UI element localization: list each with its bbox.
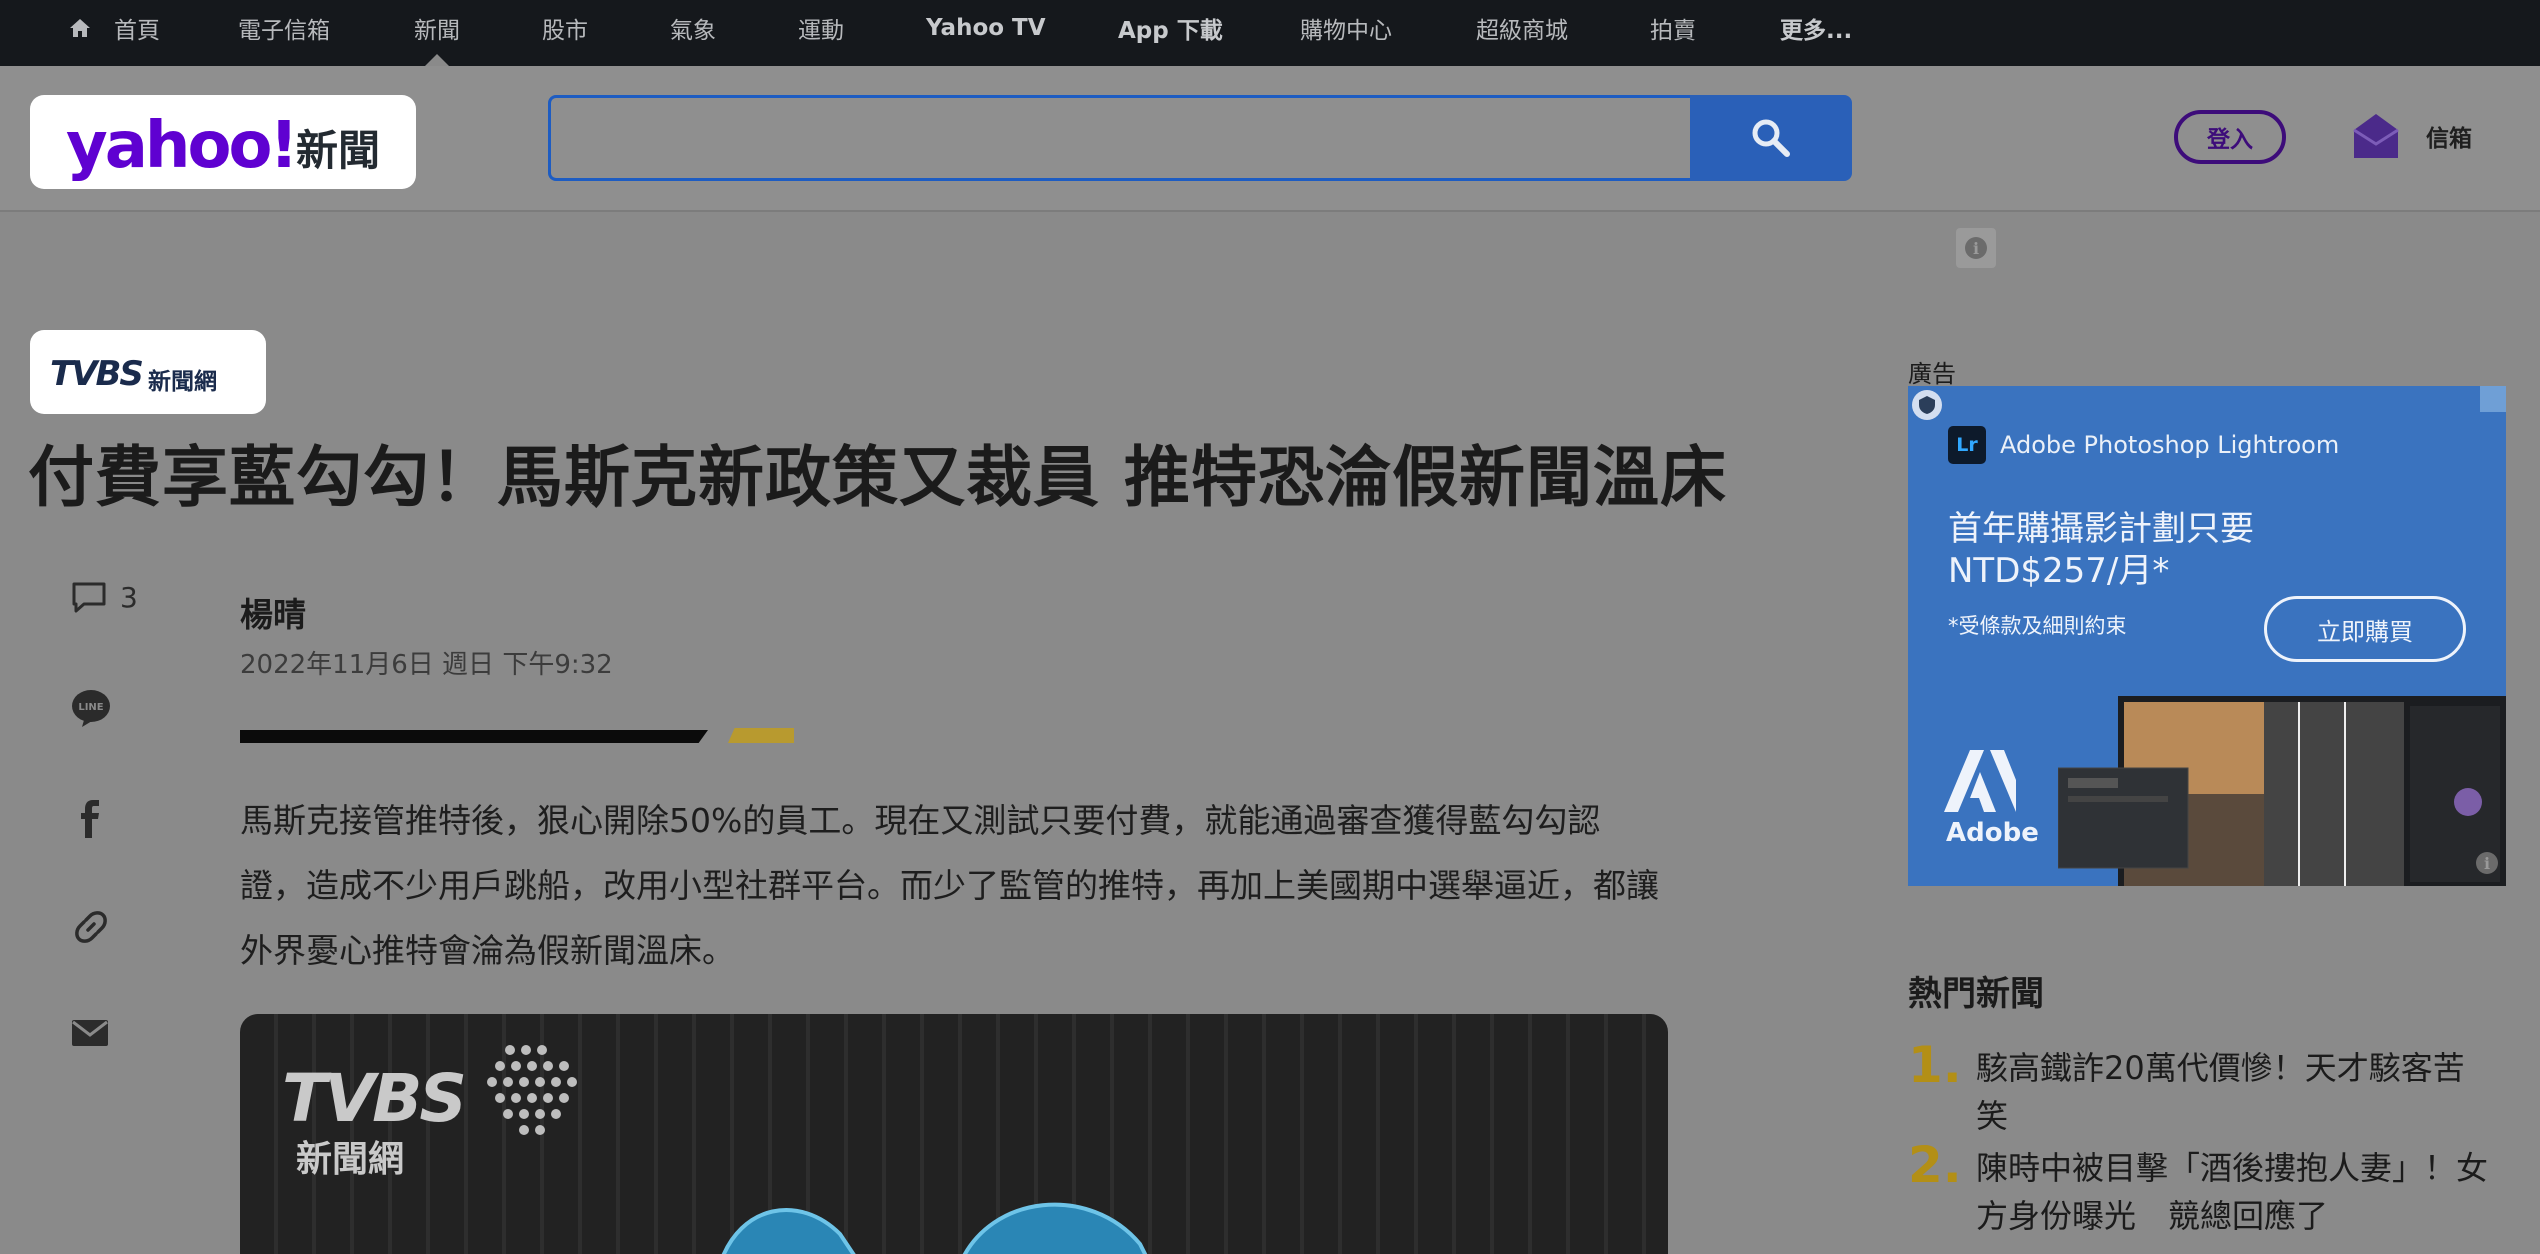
comment-icon (72, 582, 106, 613)
facebook-icon (81, 800, 99, 838)
nav-item-mall[interactable]: 超級商城 (1476, 0, 1568, 56)
nav-item-label: 更多... (1780, 18, 1853, 44)
nav-item-label: 購物中心 (1300, 18, 1392, 44)
nav-item-shopping[interactable]: 購物中心 (1300, 0, 1392, 56)
yahoo-news-logo[interactable]: yahoo! 新聞 (30, 95, 416, 189)
ad-privacy-icon[interactable] (1912, 390, 1942, 420)
nav-item-app-download[interactable]: App 下載 (1118, 0, 1223, 56)
share-facebook-button[interactable] (70, 798, 112, 840)
info-icon: i (1965, 237, 1987, 259)
publish-date: 2022年11月6日 週日 下午9:32 (240, 650, 613, 680)
trending-title: 熱門新聞 (1908, 974, 2044, 1014)
source-logo-text: TVBS (50, 354, 144, 394)
nav-item-label: 首頁 (114, 18, 160, 44)
decorative-bar-accent (728, 728, 794, 743)
search-button[interactable] (1690, 95, 1852, 181)
source-logo-sub: 新聞網 (148, 369, 217, 395)
site-header: yahoo! 新聞 登入 信箱 (0, 66, 2540, 212)
ad-terms-note: *受條款及細則約束 (1948, 614, 2127, 638)
ad-banner[interactable]: Lr Adobe Photoshop Lightroom 首年購攝影計劃只要 N… (1908, 386, 2506, 886)
ad-buy-label: 立即購買 (2317, 617, 2413, 646)
nav-item-sports[interactable]: 運動 (798, 0, 844, 56)
nav-item-auction[interactable]: 拍賣 (1650, 0, 1696, 56)
nav-item-label: 運動 (798, 18, 844, 44)
login-label: 登入 (2207, 127, 2253, 153)
trending-rank: 1. (1908, 1036, 1962, 1094)
nav-item-label: 新聞 (414, 18, 460, 44)
nav-item-mail[interactable]: 電子信箱 (238, 0, 330, 56)
comment-count: 3 (120, 580, 138, 614)
link-icon (75, 911, 107, 943)
logo-section: 新聞 (296, 126, 381, 175)
nav-item-label: App 下載 (1118, 18, 1223, 44)
adobe-logo-icon (1944, 750, 2016, 812)
lightroom-screenshot (2058, 696, 2506, 886)
search-input[interactable] (548, 95, 1690, 181)
nav-item-label: Yahoo TV (926, 15, 1046, 41)
nav-item-more[interactable]: 更多... (1780, 0, 1852, 56)
ad-brand: Lr Adobe Photoshop Lightroom (1948, 426, 2339, 464)
nav-item-stocks[interactable]: 股市 (542, 0, 588, 56)
line-icon: LINE (72, 690, 110, 727)
ad-buy-button[interactable]: 立即購買 (2264, 596, 2466, 662)
author-name[interactable]: 楊晴 (240, 588, 306, 636)
article-hero-image[interactable]: TVBS 新聞網 (240, 1014, 1668, 1254)
nav-item-yahoo-tv[interactable]: Yahoo TV (926, 0, 1046, 56)
watermark-dots (487, 1045, 577, 1135)
image-watermark-sub: 新聞網 (296, 1139, 405, 1180)
nav-item-label: 電子信箱 (238, 18, 330, 44)
nav-item-news[interactable]: 新聞 (414, 0, 460, 66)
decorative-bar (240, 730, 708, 743)
ad-headline-line1: 首年購攝影計劃只要 (1948, 509, 2254, 549)
login-button[interactable]: 登入 (2174, 110, 2286, 164)
home-icon (70, 19, 90, 37)
nav-item-label: 氣象 (670, 18, 716, 44)
nav-item-label: 超級商城 (1476, 18, 1568, 44)
nav-item-weather[interactable]: 氣象 (670, 0, 716, 56)
lightroom-icon: Lr (1948, 426, 1986, 464)
source-logo-tvbs[interactable]: TVBS 新聞網 (30, 330, 266, 414)
ad-company: Adobe (1946, 818, 2039, 848)
mail-icon (2353, 114, 2399, 158)
ad-info-button[interactable]: i (1956, 228, 1996, 268)
ad-info-corner[interactable]: i (2470, 846, 2504, 880)
email-icon (72, 1020, 108, 1046)
ad-headline: 首年購攝影計劃只要 NTD$257/月* (1948, 508, 2254, 592)
shield-icon (1919, 396, 1935, 414)
image-watermark: TVBS (282, 1060, 467, 1137)
ad-headline-line2: NTD$257/月* (1948, 551, 2170, 591)
nav-item-label: 股市 (542, 18, 588, 44)
search-icon (1752, 119, 1790, 157)
mail-link[interactable]: 信箱 (2350, 108, 2472, 164)
ad-label: 廣告 (1908, 360, 1956, 388)
comments-button[interactable]: 3 (70, 580, 138, 614)
article-lead: 馬斯克接管推特後，狠心開除50%的員工。現在又測試只要付費，就能通過審查獲得藍勾… (240, 801, 1659, 970)
svg-text:LINE: LINE (78, 702, 103, 713)
copy-link-button[interactable] (70, 906, 112, 948)
nav-item-label: 拍賣 (1650, 18, 1696, 44)
article-title: 付費享藍勾勾！馬斯克新政策又裁員 推特恐淪假新聞溫床 (28, 439, 1727, 516)
ad-brand-text: Adobe Photoshop Lightroom (2000, 431, 2340, 459)
share-line-button[interactable]: LINE (70, 688, 112, 728)
nav-item-home[interactable]: 首頁 (68, 0, 160, 56)
ad-choices-icon[interactable] (2480, 386, 2506, 412)
trending-rank: 2. (1908, 1136, 1962, 1194)
logo-brand: yahoo! (66, 109, 299, 183)
trending-headline: 陳時中被目擊「酒後摟抱人妻」！女方身份曝光 競總回應了 (1976, 1149, 2489, 1235)
twitter-bird-sign (721, 1202, 1148, 1254)
share-email-button[interactable] (70, 1016, 110, 1048)
top-nav: 首頁 電子信箱 新聞 股市 氣象 運動 Yahoo TV App 下載 購物中心… (0, 0, 2540, 66)
info-icon: i (2476, 852, 2498, 874)
mail-label: 信箱 (2426, 126, 2472, 152)
trending-headline: 駭高鐵詐20萬代價慘！天才駭客苦笑 (1976, 1049, 2465, 1135)
